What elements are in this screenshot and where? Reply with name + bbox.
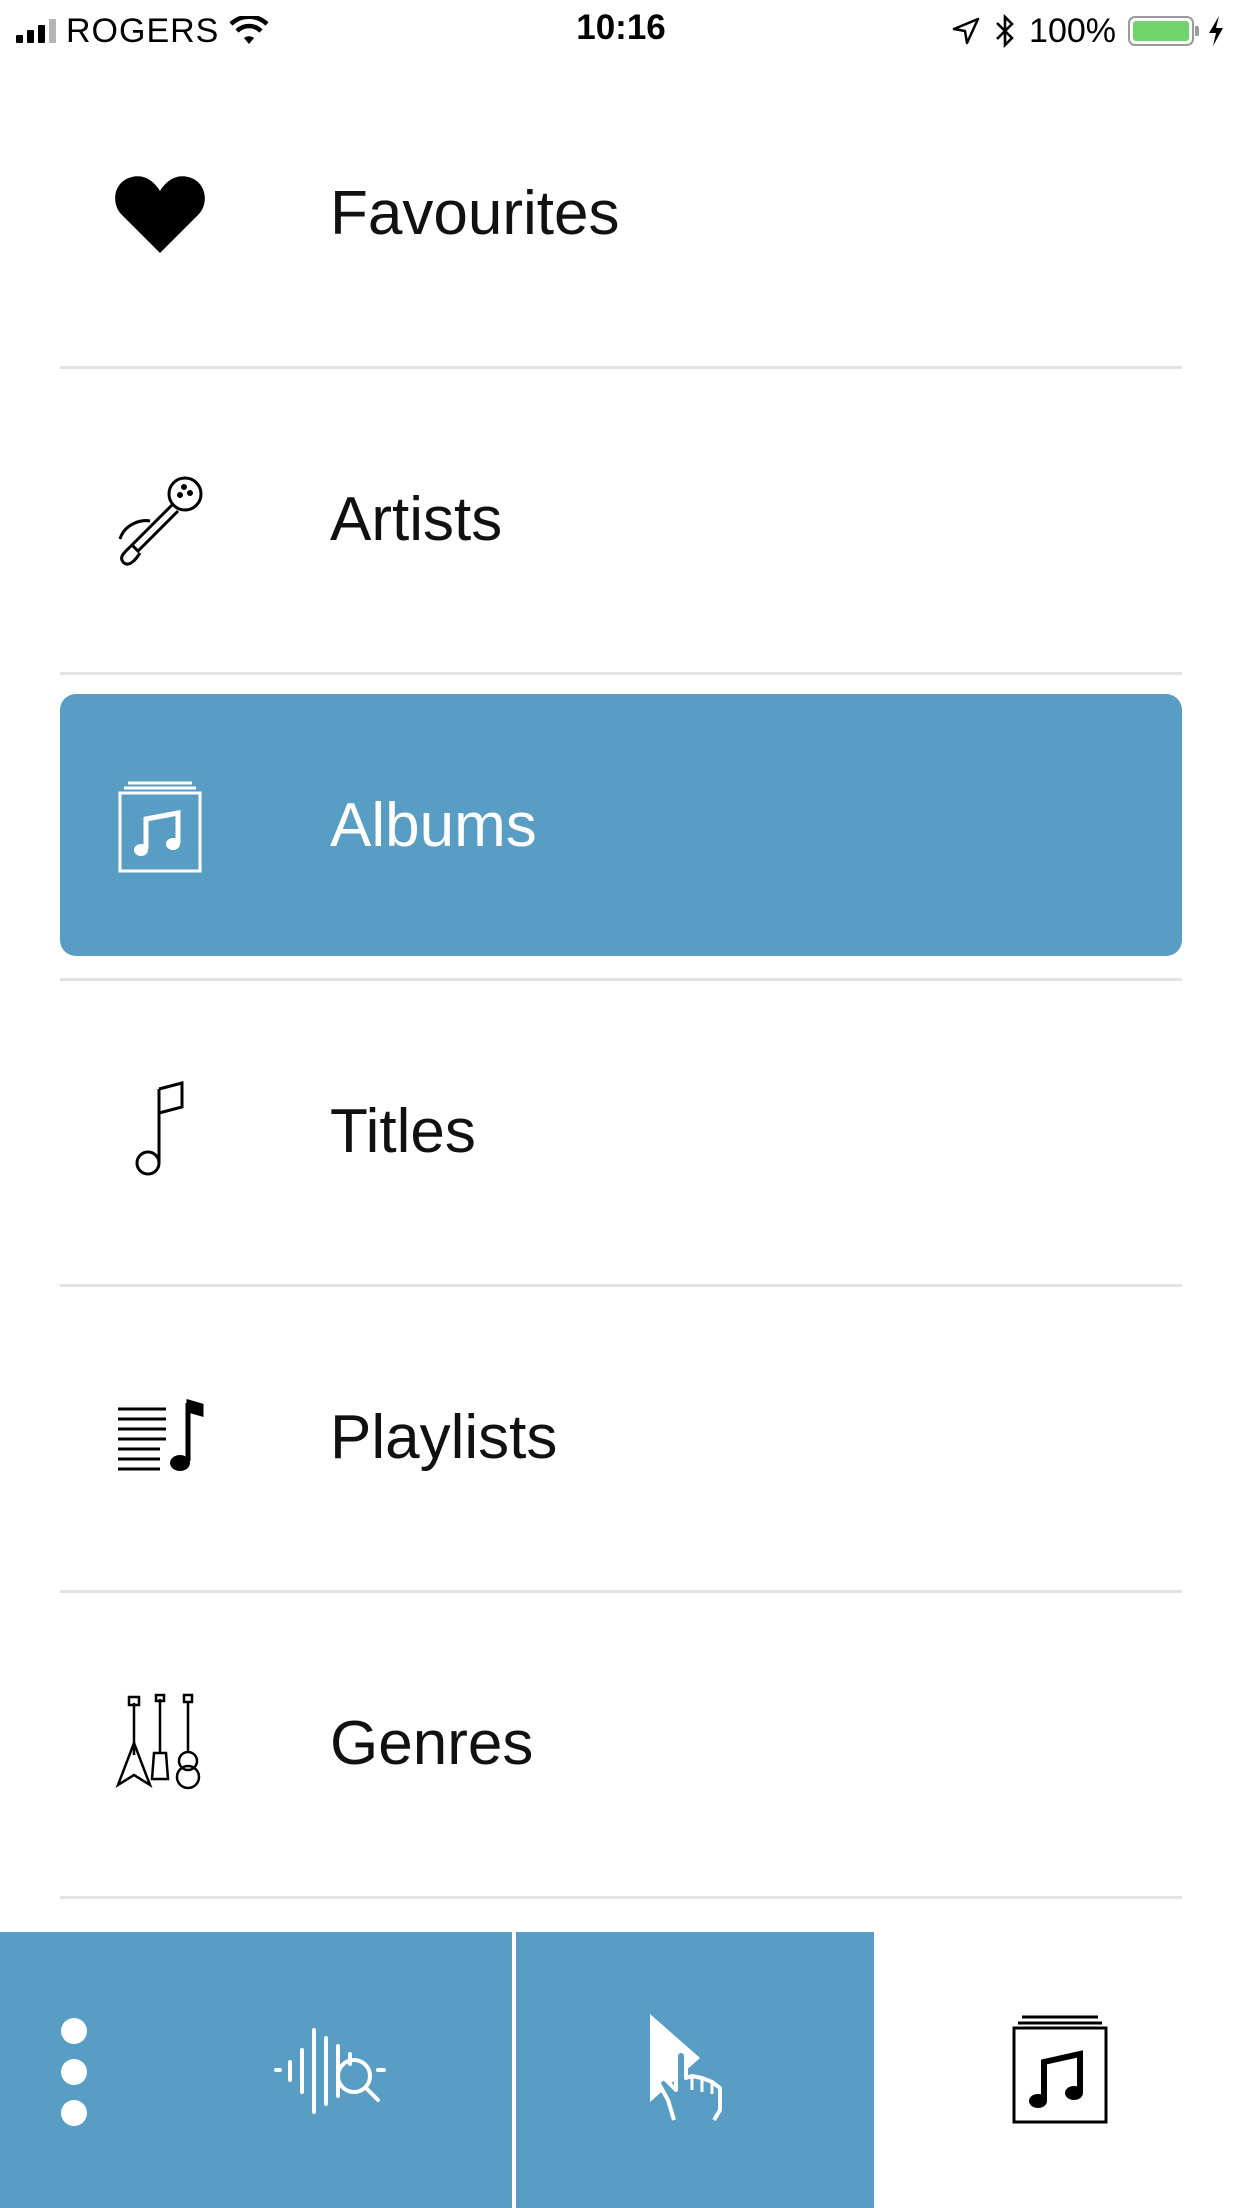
- bottom-tab-bar: [0, 1932, 1242, 2208]
- status-bar: ROGERS 10:16 100%: [0, 0, 1242, 62]
- microphone-icon: [110, 469, 210, 569]
- menu-item-favourites[interactable]: Favourites: [60, 82, 1182, 344]
- tab-library[interactable]: [874, 1932, 1242, 2208]
- menu-item-label: Genres: [330, 1708, 534, 1778]
- sound-search-icon[interactable]: [272, 2024, 388, 2125]
- divider: [60, 1284, 1182, 1287]
- menu-item-label: Albums: [330, 790, 537, 860]
- menu-item-label: Titles: [330, 1096, 476, 1166]
- battery-icon: [1128, 16, 1199, 46]
- menu-item-playlists[interactable]: Playlists: [60, 1306, 1182, 1568]
- album-icon[interactable]: [1010, 2014, 1110, 2131]
- playlist-icon: [110, 1387, 210, 1487]
- menu-item-label: Favourites: [330, 178, 620, 248]
- heart-icon: [110, 163, 210, 263]
- tab-play[interactable]: [516, 1932, 874, 2208]
- divider: [60, 672, 1182, 675]
- touch-play-icon[interactable]: [646, 2012, 730, 2131]
- menu-item-artists[interactable]: Artists: [60, 388, 1182, 650]
- divider: [60, 1896, 1182, 1899]
- divider: [60, 1590, 1182, 1593]
- charging-icon: [1209, 16, 1223, 46]
- divider: [60, 978, 1182, 981]
- menu-item-label: Artists: [330, 484, 503, 554]
- battery-percent: 100%: [1029, 11, 1116, 50]
- status-right: 100%: [951, 10, 1226, 52]
- bluetooth-icon: [996, 14, 1014, 48]
- menu-item-titles[interactable]: Titles: [60, 1000, 1182, 1262]
- more-icon[interactable]: [56, 2018, 92, 2128]
- divider: [60, 366, 1182, 369]
- menu-item-genres[interactable]: Genres: [60, 1612, 1182, 1874]
- menu-item-albums[interactable]: Albums: [60, 694, 1182, 956]
- guitars-icon: [110, 1693, 210, 1793]
- music-note-icon: [110, 1081, 210, 1181]
- menu-item-label: Playlists: [330, 1402, 558, 1472]
- album-icon: [110, 775, 210, 875]
- location-arrow-icon: [952, 17, 980, 45]
